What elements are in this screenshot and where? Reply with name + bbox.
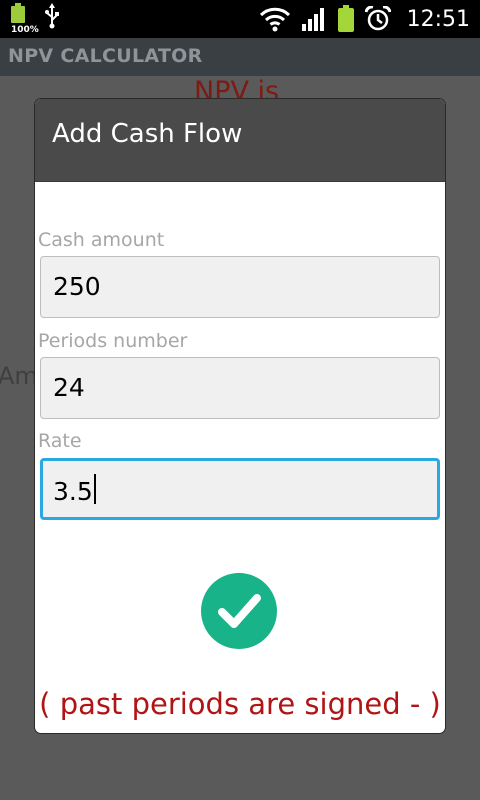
check-icon	[218, 594, 261, 628]
cash-amount-input[interactable]: 250	[40, 256, 440, 318]
amount-label: Am	[0, 362, 38, 390]
add-cash-flow-dialog: Add Cash Flow Cash amount 250 Periods nu…	[35, 99, 445, 733]
signal-icon	[301, 8, 324, 31]
app-title: NPV CALCULATOR	[8, 45, 203, 67]
dialog-title: Add Cash Flow	[52, 119, 243, 149]
alarm-icon	[364, 6, 391, 31]
notification-icons: 100%	[10, 3, 60, 35]
rate-label: Rate	[38, 430, 82, 452]
battery-icon	[337, 5, 355, 33]
clock: 12:51	[406, 6, 470, 32]
periods-number-value: 24	[53, 373, 85, 402]
signed-periods-note: ( past periods are signed - )	[39, 687, 441, 721]
dialog-header: Add Cash Flow	[35, 99, 445, 182]
text-cursor	[93, 474, 96, 504]
status-bar: 100% 12:51	[0, 0, 480, 38]
battery-icon: 100%	[10, 3, 39, 35]
confirm-button[interactable]	[201, 573, 277, 649]
cash-amount-value: 250	[53, 272, 101, 301]
rate-value: 3.5	[53, 477, 93, 506]
system-icons: 12:51	[259, 0, 470, 38]
periods-number-input[interactable]: 24	[40, 357, 440, 419]
wifi-icon	[259, 7, 290, 32]
battery-percent: 100%	[11, 25, 39, 35]
usb-icon	[45, 3, 59, 29]
periods-number-label: Periods number	[38, 330, 188, 352]
rate-input[interactable]: 3.5	[40, 458, 440, 520]
app-bar: NPV CALCULATOR	[0, 38, 480, 76]
cash-amount-label: Cash amount	[38, 229, 165, 251]
